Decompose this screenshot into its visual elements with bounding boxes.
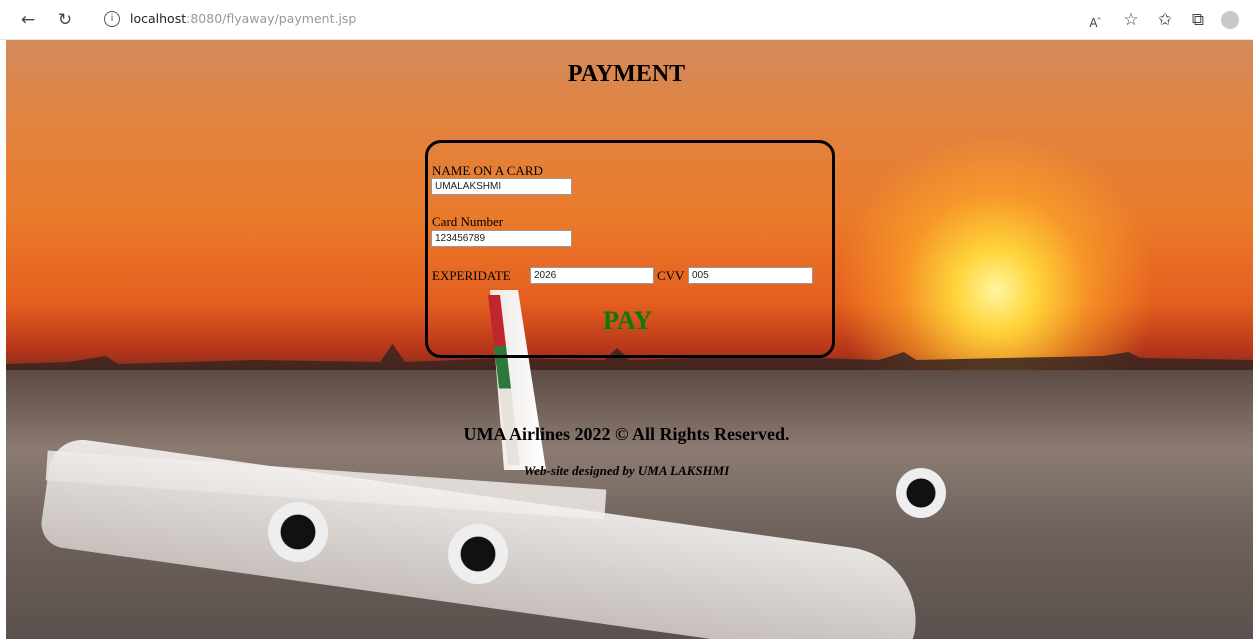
- copyright-text: UMA Airlines 2022 © All Rights Reserved.: [463, 424, 790, 444]
- read-aloud-icon[interactable]: Aᴬ: [1085, 10, 1105, 30]
- url-host: localhost: [130, 11, 187, 26]
- back-arrow-icon[interactable]: ←: [18, 10, 38, 30]
- expiry-date-input[interactable]: [530, 267, 654, 284]
- pay-button[interactable]: PAY: [603, 306, 652, 336]
- cvv-input[interactable]: [688, 267, 813, 284]
- card-number-label: Card Number: [432, 214, 504, 229]
- profile-avatar-icon[interactable]: [1221, 11, 1239, 29]
- favorite-add-icon[interactable]: ☆: [1121, 10, 1141, 30]
- name-on-card-input[interactable]: [431, 178, 572, 195]
- designer-credit: Web-site designed by UMA LAKSHMI: [523, 463, 730, 478]
- url-text[interactable]: localhost:8080/flyaway/payment.jsp: [130, 11, 356, 26]
- collections-icon[interactable]: ⧉: [1188, 10, 1208, 30]
- engine-icon: [268, 502, 328, 562]
- info-icon[interactable]: i: [104, 11, 120, 27]
- browser-toolbar: ← ↻ i localhost:8080/flyaway/payment.jsp…: [0, 0, 1253, 40]
- name-on-card-label: NAME ON A CARD: [432, 163, 543, 178]
- expiry-date-label: EXPERIDATE: [432, 268, 511, 283]
- page-title: PAYMENT: [567, 61, 686, 87]
- engine-icon: [448, 524, 508, 584]
- card-number-input[interactable]: [431, 230, 572, 247]
- cvv-label: CVV: [657, 268, 685, 283]
- url-path: :8080/flyaway/payment.jsp: [186, 11, 357, 26]
- address-bar[interactable]: i localhost:8080/flyaway/payment.jsp: [90, 7, 990, 33]
- favorites-icon[interactable]: ✩: [1155, 10, 1175, 30]
- refresh-icon[interactable]: ↻: [55, 10, 75, 30]
